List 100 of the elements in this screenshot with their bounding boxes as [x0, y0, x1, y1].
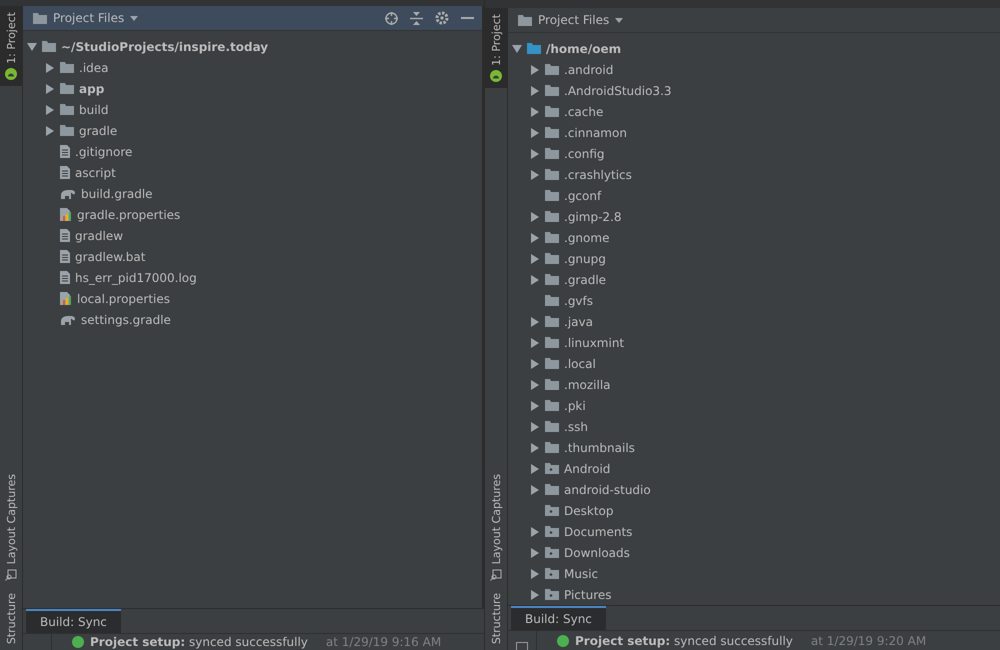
collapsed-arrow-icon[interactable]	[530, 590, 540, 600]
tree-item[interactable]: .gradle	[564, 272, 606, 286]
collapsed-arrow-icon[interactable]	[530, 527, 540, 537]
tree-item[interactable]: .pki	[564, 398, 586, 412]
build-sync-tab[interactable]: Build: Sync	[26, 609, 121, 633]
collapsed-arrow-icon[interactable]	[530, 128, 540, 138]
collapsed-arrow-icon[interactable]	[530, 422, 540, 432]
panel-title[interactable]: Project Files	[53, 11, 124, 25]
collapsed-arrow-icon[interactable]	[530, 254, 540, 264]
folder-icon	[545, 148, 559, 159]
expanded-arrow-icon[interactable]	[512, 44, 522, 54]
document-icon	[60, 229, 70, 242]
side-tab[interactable]: Structure	[0, 586, 22, 650]
tree-item[interactable]: android-studio	[564, 482, 651, 496]
folder-icon	[545, 316, 559, 327]
folder-icon	[545, 232, 559, 243]
layout-capture-icon	[490, 568, 502, 581]
collapsed-arrow-icon[interactable]	[530, 212, 540, 222]
tree-item[interactable]: build	[79, 102, 109, 116]
folder-icon	[545, 190, 559, 201]
side-tab[interactable]: Structure	[485, 586, 507, 650]
tree-item[interactable]: settings.gradle	[81, 312, 171, 326]
tree-item[interactable]: .android	[564, 62, 614, 76]
tree-item[interactable]: .AndroidStudio3.3	[564, 84, 672, 98]
tree-item[interactable]: .cinnamon	[564, 126, 627, 140]
tree-item[interactable]: ~/StudioProjects/inspire.today	[61, 40, 268, 54]
collapsed-arrow-icon[interactable]	[530, 359, 540, 369]
expanded-arrow-icon[interactable]	[27, 42, 37, 52]
tree-item[interactable]: .gitignore	[75, 144, 132, 158]
tree-item[interactable]: .crashlytics	[564, 168, 632, 182]
tree-item[interactable]: .linuxmint	[564, 336, 624, 350]
folder-icon	[545, 505, 559, 516]
properties-file-icon	[60, 208, 72, 221]
tree-item[interactable]: Android	[564, 462, 610, 476]
collapsed-arrow-icon[interactable]	[45, 126, 55, 136]
android-icon	[5, 68, 17, 80]
dropdown-caret-icon[interactable]	[615, 18, 624, 22]
tree-item[interactable]: app	[79, 82, 104, 96]
collapsed-arrow-icon[interactable]	[45, 63, 55, 73]
collapsed-arrow-icon[interactable]	[530, 317, 540, 327]
settings-icon[interactable]	[435, 11, 449, 25]
tree-item[interactable]: .gvfs	[564, 294, 594, 308]
tree-item[interactable]: .java	[564, 314, 593, 328]
tree-item[interactable]: hs_err_pid17000.log	[75, 270, 197, 284]
tree-item[interactable]: gradlew.bat	[75, 250, 146, 264]
tree-item[interactable]: gradle	[79, 124, 118, 138]
collapsed-arrow-icon[interactable]	[530, 401, 540, 411]
collapsed-arrow-icon[interactable]	[530, 338, 540, 348]
tree-item[interactable]: .mozilla	[564, 378, 610, 392]
collapsed-arrow-icon[interactable]	[530, 548, 540, 558]
tree-item[interactable]: .thumbnails	[564, 440, 635, 454]
side-tab[interactable]: Layout Captures	[0, 468, 22, 587]
collapsed-arrow-icon[interactable]	[45, 105, 55, 115]
tree-item[interactable]: .local	[564, 356, 596, 370]
side-tab[interactable]: 1: Project	[485, 8, 507, 88]
collapsed-arrow-icon[interactable]	[530, 149, 540, 159]
tree-item[interactable]: Pictures	[564, 588, 612, 602]
side-tab[interactable]: Layout Captures	[485, 468, 507, 587]
tree-item[interactable]: .ssh	[564, 420, 588, 434]
tree-item[interactable]: local.properties	[77, 292, 170, 306]
collapsed-arrow-icon[interactable]	[530, 107, 540, 117]
tree-item[interactable]: gradle.properties	[77, 208, 180, 222]
tree-item[interactable]: .gconf	[564, 188, 602, 202]
collapsed-arrow-icon[interactable]	[530, 380, 540, 390]
tree-item[interactable]: .cache	[564, 104, 604, 118]
tree-item[interactable]: .config	[564, 146, 605, 160]
tree-item[interactable]: .idea	[79, 60, 109, 74]
collapsed-arrow-icon[interactable]	[530, 86, 540, 96]
tree-item[interactable]: .gnome	[564, 230, 610, 244]
folder-icon	[33, 12, 47, 24]
ok-status-icon	[72, 636, 84, 648]
collapsed-arrow-icon[interactable]	[530, 464, 540, 474]
collapsed-arrow-icon[interactable]	[530, 233, 540, 243]
collapsed-arrow-icon[interactable]	[530, 275, 540, 285]
panel-title[interactable]: Project Files	[538, 13, 610, 27]
collapsed-arrow-icon[interactable]	[530, 65, 540, 75]
tree-item[interactable]: Downloads	[564, 546, 630, 560]
folder-icon	[545, 274, 559, 285]
crosshair-icon[interactable]	[385, 12, 398, 24]
dropdown-caret-icon[interactable]	[130, 16, 138, 20]
tree-item[interactable]: Music	[564, 566, 598, 580]
build-sync-tab[interactable]: Build: Sync	[511, 606, 606, 630]
tree-item[interactable]: .gimp-2.8	[564, 210, 622, 224]
tree-item[interactable]: build.gradle	[81, 186, 153, 200]
elephant-icon	[60, 188, 76, 199]
collapsed-arrow-icon[interactable]	[530, 485, 540, 495]
collapsed-arrow-icon[interactable]	[530, 170, 540, 180]
tree-item[interactable]: gradlew	[75, 228, 124, 242]
tree-item[interactable]: Documents	[564, 524, 632, 538]
collapsed-arrow-icon[interactable]	[530, 443, 540, 453]
collapse-all-icon[interactable]	[410, 12, 423, 24]
tree-item[interactable]: ascript	[75, 166, 116, 180]
side-tab[interactable]: 1: Project	[0, 6, 22, 86]
collapsed-arrow-icon[interactable]	[530, 569, 540, 579]
tree-item[interactable]: Desktop	[564, 504, 614, 518]
collapsed-arrow-icon[interactable]	[45, 84, 55, 94]
tree-item[interactable]: .gnupg	[564, 252, 606, 266]
folder-icon	[545, 127, 559, 138]
tree-item[interactable]: /home/oem	[546, 42, 622, 56]
tool-window-icon[interactable]	[516, 642, 528, 650]
